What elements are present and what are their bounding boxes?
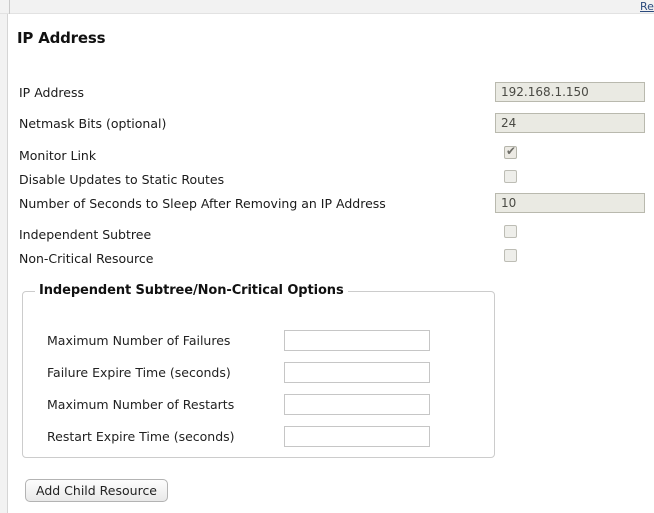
fieldset-row: Maximum Number of Restarts bbox=[23, 394, 496, 418]
page-title: IP Address bbox=[17, 29, 106, 47]
fieldset-row: Maximum Number of Failures bbox=[23, 330, 496, 354]
top-bar-link[interactable]: Re bbox=[640, 0, 654, 13]
form-row-label: Netmask Bits (optional) bbox=[19, 116, 167, 131]
form-row-label: Number of Seconds to Sleep After Removin… bbox=[19, 196, 386, 211]
fieldset-row-label: Maximum Number of Restarts bbox=[47, 397, 235, 412]
form-row-input[interactable] bbox=[495, 82, 645, 102]
form-row-label: IP Address bbox=[19, 85, 84, 100]
form-row: Independent Subtree bbox=[9, 224, 654, 248]
top-bar: Re bbox=[0, 0, 654, 14]
fieldset-row: Restart Expire Time (seconds) bbox=[23, 426, 496, 450]
form-row: Non-Critical Resource bbox=[9, 248, 654, 272]
form-row: Disable Updates to Static Routes bbox=[9, 169, 654, 193]
form-row: Netmask Bits (optional) bbox=[9, 113, 654, 137]
add-child-resource-button[interactable]: Add Child Resource bbox=[25, 479, 169, 502]
form-row: Monitor Link ✔ bbox=[9, 144, 654, 169]
left-rail bbox=[0, 14, 8, 513]
fieldset-row-input[interactable] bbox=[284, 394, 430, 415]
fieldset-row-input[interactable] bbox=[284, 330, 430, 351]
fieldset-row: Failure Expire Time (seconds) bbox=[23, 362, 496, 386]
form-row-input[interactable] bbox=[495, 193, 645, 213]
fieldset-legend: Independent Subtree/Non-Critical Options bbox=[35, 283, 348, 298]
form-row: Number of Seconds to Sleep After Removin… bbox=[9, 193, 654, 217]
top-bar-divider bbox=[9, 0, 10, 14]
fieldset-row-input[interactable] bbox=[284, 426, 430, 447]
form-row-label: Non-Critical Resource bbox=[19, 251, 154, 266]
fieldset-row-input[interactable] bbox=[284, 362, 430, 383]
fieldset-row-label: Failure Expire Time (seconds) bbox=[47, 365, 231, 380]
fieldset-row-label: Maximum Number of Failures bbox=[47, 333, 231, 348]
check-icon: ✔ bbox=[506, 144, 517, 158]
form-row-label: Monitor Link bbox=[19, 148, 97, 163]
form-row-label: Independent Subtree bbox=[19, 227, 152, 242]
form-row-checkbox-checked[interactable]: ✔ bbox=[504, 144, 517, 159]
form-row-checkbox[interactable] bbox=[504, 170, 517, 183]
independent-subtree-options-fieldset: Independent Subtree/Non-Critical Options… bbox=[22, 283, 496, 458]
fieldset-row-label: Restart Expire Time (seconds) bbox=[47, 429, 235, 444]
form-row: IP Address bbox=[9, 82, 654, 106]
main-content: IP Address IP Address Netmask Bits (optio… bbox=[9, 14, 654, 513]
form-row-checkbox[interactable] bbox=[504, 249, 517, 262]
form-row-label: Disable Updates to Static Routes bbox=[19, 172, 225, 187]
form-row-input[interactable] bbox=[495, 113, 645, 133]
form-row-checkbox[interactable] bbox=[504, 225, 517, 238]
